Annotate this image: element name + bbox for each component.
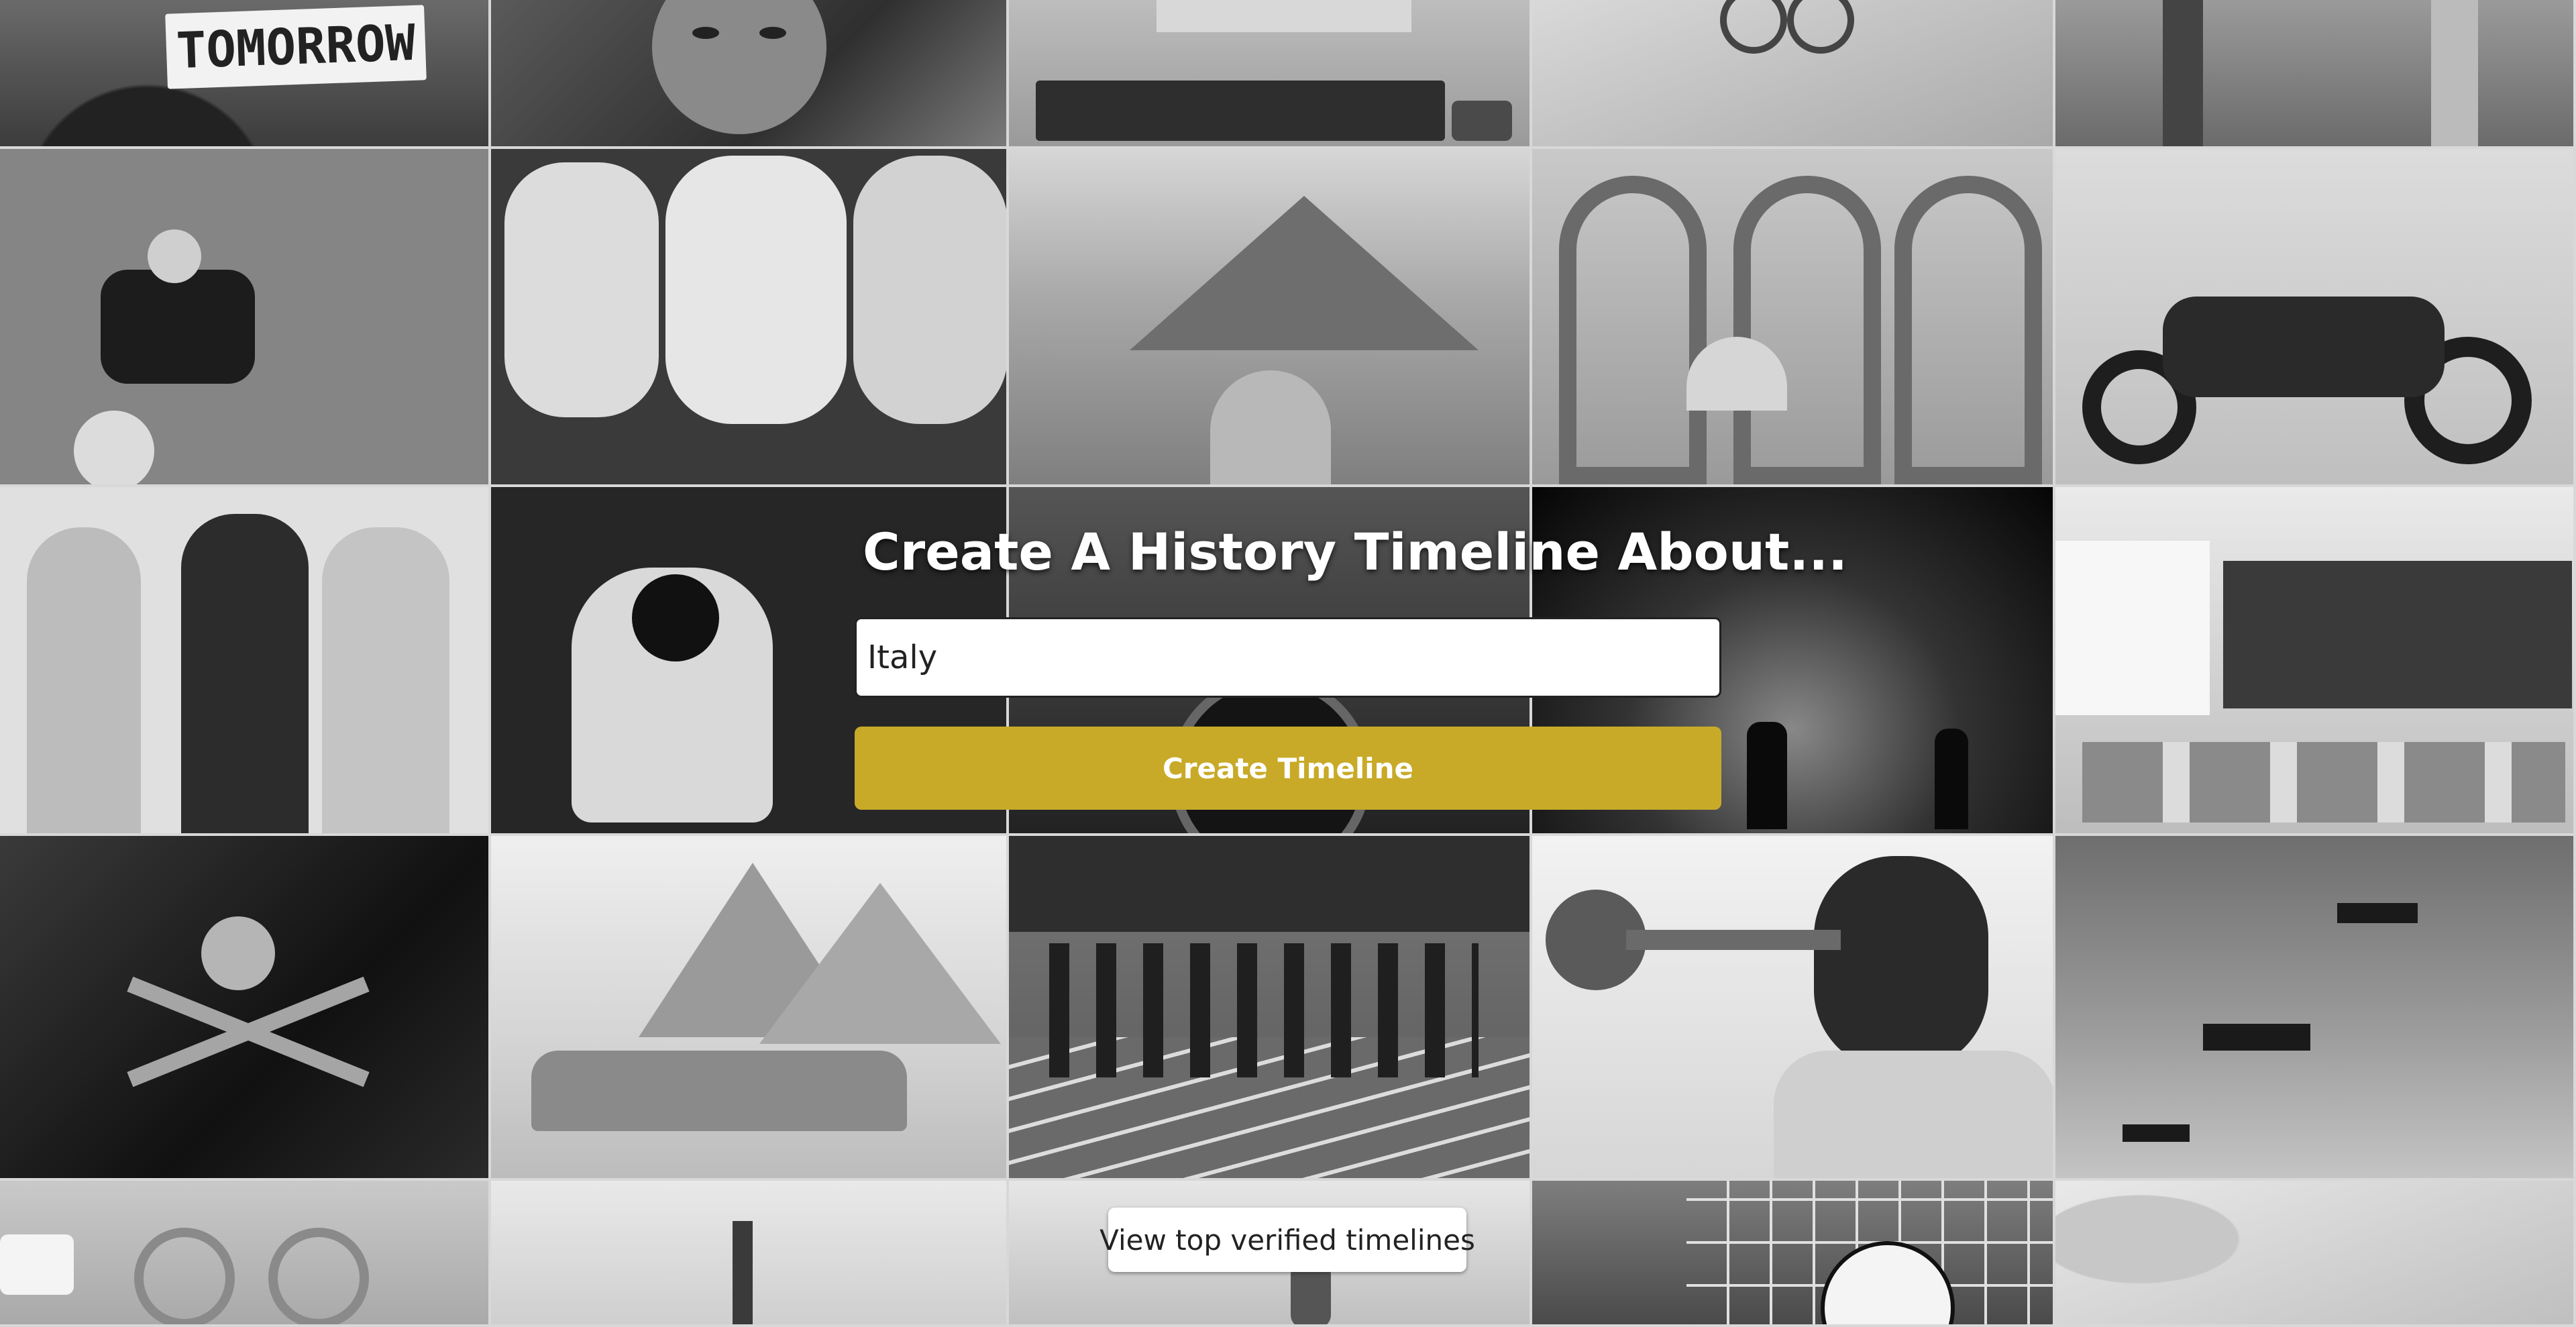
soccer-ball-net-photo — [1532, 1181, 2055, 1327]
tennis-player-photo — [0, 149, 491, 487]
olympic-rings-photo — [0, 1181, 491, 1327]
retro-women-photo — [0, 487, 491, 836]
volcano-arch-photo — [1009, 149, 1532, 487]
street-crowd-photo — [2055, 0, 2576, 149]
pyramids-sphinx-photo — [491, 836, 1009, 1181]
protest-sign-text: TOMORROW — [165, 5, 427, 89]
page: TOMORROW Create A History Timeline About… — [0, 0, 2576, 1327]
pirate-flag-photo — [0, 836, 491, 1181]
paper-lanterns-photo — [491, 149, 1009, 487]
warplanes-photo — [2055, 836, 2576, 1181]
running-track-photo — [1009, 836, 1532, 1181]
guitar-photo — [491, 1181, 1009, 1327]
trumpet-player-photo — [1532, 836, 2055, 1181]
handcuffs-documents-photo — [1532, 0, 2055, 149]
view-verified-timelines-link[interactable]: View top verified timelines — [1099, 1208, 1475, 1272]
classroom-photo — [2055, 487, 2576, 836]
topic-input[interactable] — [855, 617, 1721, 698]
vintage-computer-photo — [1009, 0, 1532, 149]
motorcycle-photo — [2055, 149, 2576, 487]
dome-arches-photo — [1532, 149, 2055, 487]
frida-portrait-photo — [491, 0, 1009, 149]
create-timeline-button[interactable]: Create Timeline — [855, 727, 1721, 810]
map-photo — [2055, 1181, 2576, 1327]
page-title: Create A History Timeline About... — [863, 522, 1847, 582]
